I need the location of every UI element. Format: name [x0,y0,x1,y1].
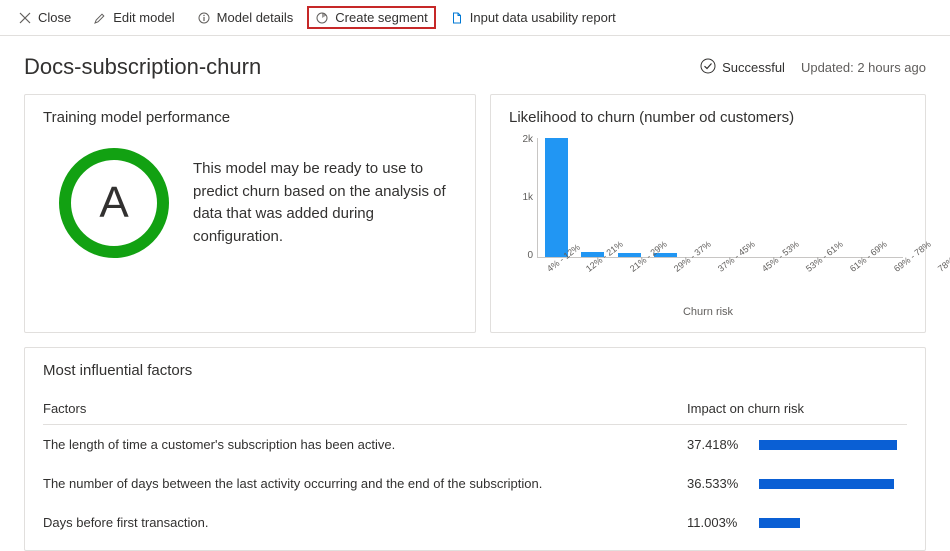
factor-impact: 37.418% [687,437,907,452]
header: Docs-subscription-churn Successful Updat… [0,36,950,94]
factor-row: The number of days between the last acti… [43,464,907,503]
factor-text: Days before first transaction. [43,515,687,530]
factors-col-label: Factors [43,401,687,416]
status-badge: Successful [700,58,785,77]
create-segment-label: Create segment [335,10,428,25]
check-circle-icon [700,58,716,77]
factor-impact: 36.533% [687,476,907,491]
factor-row: Days before first transaction.11.003% [43,503,907,542]
factors-card: Most influential factors Factors Impact … [24,347,926,551]
model-details-label: Model details [217,10,294,25]
bar-slot [577,138,610,257]
factors-header-row: Factors Impact on churn risk [43,391,907,425]
performance-card: Training model performance A This model … [24,94,476,333]
page-title: Docs-subscription-churn [24,54,261,80]
factor-bar-track [759,518,907,528]
grade-badge: A [59,148,169,258]
chart-y-axis: 2k 1k 0 [509,138,537,258]
edit-model-button[interactable]: Edit model [85,6,182,29]
factor-bar [759,440,897,450]
factor-bar-track [759,479,907,489]
create-segment-button[interactable]: Create segment [307,6,436,29]
chart-x-labels: 4% - 12%12% - 21%21% - 29%29% - 37%37% -… [537,260,903,270]
chart-xlabel: Churn risk [509,306,907,318]
input-report-button[interactable]: Input data usability report [442,6,624,29]
bar-slot [796,138,829,257]
close-icon [18,11,32,25]
performance-body: A This model may be ready to use to pred… [43,138,457,276]
cards-row: Training model performance A This model … [0,94,950,333]
factors-title: Most influential factors [43,362,907,379]
info-icon [197,11,211,25]
ytick: 1k [522,192,533,203]
close-button[interactable]: Close [10,6,79,29]
bar-slot [650,138,683,257]
bar [618,253,641,257]
ytick: 0 [527,250,533,261]
factor-text: The number of days between the last acti… [43,476,687,491]
bar [545,138,568,257]
edit-model-label: Edit model [113,10,174,25]
xtick: 78% - 86% [936,239,950,274]
factor-percent: 36.533% [687,476,747,491]
document-icon [450,11,464,25]
factor-bar [759,518,800,528]
impact-col-label: Impact on churn risk [687,401,907,416]
factor-bar-track [759,440,907,450]
toolbar: Close Edit model Model details Create se… [0,0,950,36]
ytick: 2k [522,134,533,145]
chart-card: Likelihood to churn (number od customers… [490,94,926,333]
factor-percent: 37.418% [687,437,747,452]
factor-text: The length of time a customer's subscrip… [43,437,687,452]
segment-icon [315,11,329,25]
factor-impact: 11.003% [687,515,907,530]
status-text: Successful [722,60,785,75]
bar-slot [540,138,573,257]
chart-title: Likelihood to churn (number od customers… [509,109,907,126]
status-group: Successful Updated: 2 hours ago [700,58,926,77]
bar-slot [869,138,902,257]
bar-slot [759,138,792,257]
performance-title: Training model performance [43,109,457,126]
chart: 2k 1k 0 4% - 12%12% - 21%21% - 29%29% - … [509,138,907,318]
factors-body: The length of time a customer's subscrip… [43,425,907,542]
performance-description: This model may be ready to use to predic… [193,158,457,248]
bar-slot [686,138,719,257]
pencil-icon [93,11,107,25]
chart-plot [537,138,903,258]
factor-percent: 11.003% [687,515,747,530]
factor-row: The length of time a customer's subscrip… [43,425,907,464]
input-report-label: Input data usability report [470,10,616,25]
updated-text: Updated: 2 hours ago [801,60,926,75]
close-label: Close [38,10,71,25]
model-details-button[interactable]: Model details [189,6,302,29]
factor-bar [759,479,894,489]
